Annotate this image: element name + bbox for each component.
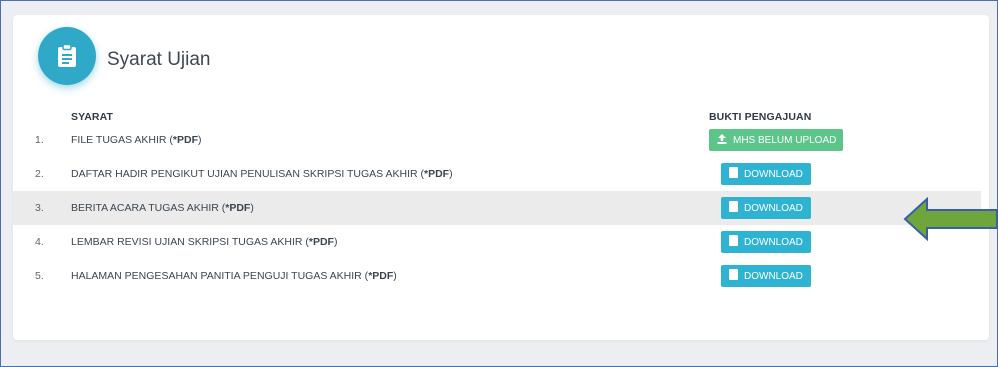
upload-status-button[interactable]: MHS BELUM UPLOAD xyxy=(709,129,843,151)
column-header-bukti-pengajuan: BUKTI PENGAJUAN xyxy=(709,111,812,123)
screenshot-frame: Syarat Ujian SYARAT BUKTI PENGAJUAN 1. F… xyxy=(0,0,998,367)
row-label: BERITA ACARA TUGAS AKHIR (*PDF) xyxy=(71,202,254,214)
row-label: FILE TUGAS AKHIR (*PDF) xyxy=(71,134,202,146)
clipboard-icon xyxy=(38,27,96,85)
row-label: LEMBAR REVISI UJIAN SKRIPSI TUGAS AKHIR … xyxy=(71,236,338,248)
upload-icon xyxy=(717,133,727,147)
page-title: Syarat Ujian xyxy=(107,49,211,70)
table-row: 5. HALAMAN PENGESAHAN PANITIA PENGUJI TU… xyxy=(13,259,981,293)
table-row-highlighted: 3. BERITA ACARA TUGAS AKHIR (*PDF) DOWNL… xyxy=(13,191,981,225)
row-label: DAFTAR HADIR PENGIKUT UJIAN PENULISAN SK… xyxy=(71,168,453,180)
download-button[interactable]: DOWNLOAD xyxy=(721,265,811,287)
file-icon xyxy=(729,167,738,181)
column-header-syarat: SYARAT xyxy=(71,111,114,123)
file-icon xyxy=(729,269,738,283)
row-number: 1. xyxy=(35,134,44,146)
row-label: HALAMAN PENGESAHAN PANITIA PENGUJI TUGAS… xyxy=(71,270,397,282)
file-icon xyxy=(729,235,738,249)
row-number: 5. xyxy=(35,270,44,282)
file-icon xyxy=(729,201,738,215)
row-number: 4. xyxy=(35,236,44,248)
row-number: 2. xyxy=(35,168,44,180)
download-button[interactable]: DOWNLOAD xyxy=(721,163,811,185)
table-row: 1. FILE TUGAS AKHIR (*PDF) MHS BELUM UPL… xyxy=(13,123,981,157)
table-row: 2. DAFTAR HADIR PENGIKUT UJIAN PENULISAN… xyxy=(13,157,981,191)
download-button[interactable]: DOWNLOAD xyxy=(721,231,811,253)
table-row: 4. LEMBAR REVISI UJIAN SKRIPSI TUGAS AKH… xyxy=(13,225,981,259)
requirements-card: Syarat Ujian SYARAT BUKTI PENGAJUAN 1. F… xyxy=(13,15,989,340)
row-number: 3. xyxy=(35,202,44,214)
download-button[interactable]: DOWNLOAD xyxy=(721,197,811,219)
pointer-arrow-icon xyxy=(903,197,998,241)
